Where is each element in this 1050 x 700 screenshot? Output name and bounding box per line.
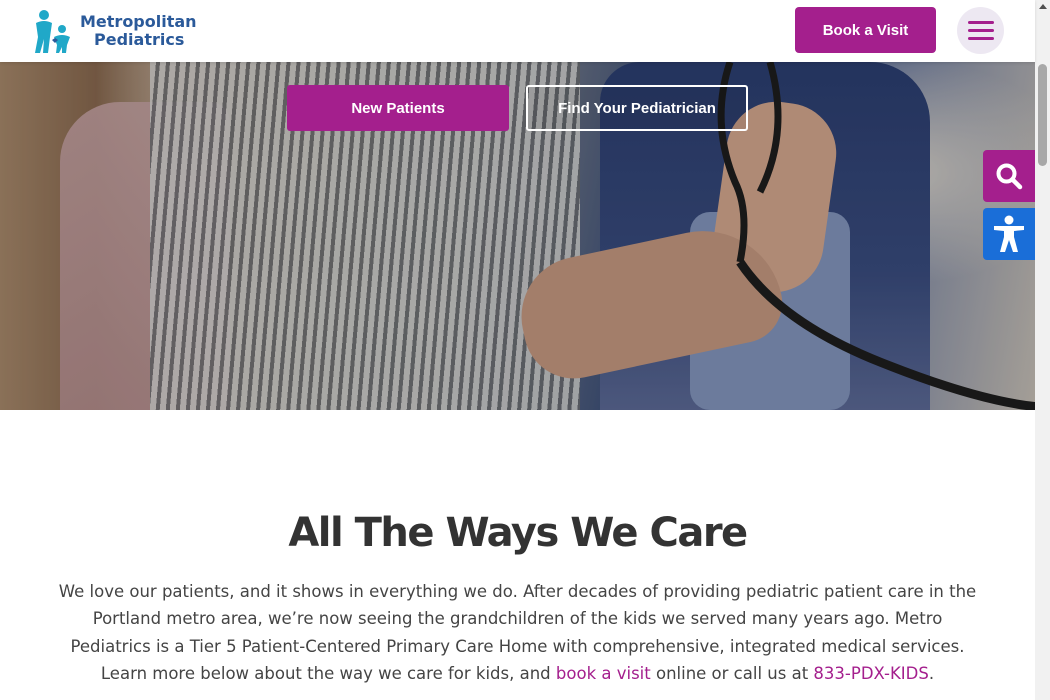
find-your-pediatrician-button[interactable]: Find Your Pediatrician (526, 85, 748, 131)
phone-link[interactable]: 833-PDX-KIDS (813, 664, 928, 683)
site-header: Metropolitan Pediatrics Book a Visit (0, 0, 1035, 62)
logo-line-2: Pediatrics (94, 30, 185, 49)
section-intro: We love our patients, and it shows in ev… (55, 578, 980, 687)
book-a-visit-link[interactable]: book a visit (556, 664, 651, 683)
menu-button[interactable] (957, 7, 1004, 54)
new-patients-button[interactable]: New Patients (287, 85, 509, 131)
ways-we-care-section: All The Ways We Care We love our patient… (0, 410, 1035, 700)
search-button[interactable] (983, 150, 1035, 202)
hero-banner: New Patients Find Your Pediatrician (0, 62, 1035, 410)
logo-line-1: Metropolitan (80, 12, 197, 31)
hamburger-icon-bar (967, 29, 994, 32)
hero-overlay (0, 62, 1035, 410)
section-title: All The Ways We Care (288, 510, 748, 556)
search-icon (996, 163, 1023, 190)
accessibility-icon (994, 215, 1024, 252)
book-a-visit-button[interactable]: Book a Visit (795, 7, 936, 53)
hamburger-icon-bar (967, 37, 994, 40)
hamburger-icon (967, 21, 994, 24)
logo[interactable]: Metropolitan Pediatrics (30, 7, 197, 55)
intro-end-text: . (928, 663, 935, 683)
accessibility-button[interactable] (983, 208, 1035, 260)
scrollbar-thumb[interactable] (1038, 64, 1047, 166)
page-scrollbar[interactable] (1035, 0, 1050, 700)
logo-figures-icon (35, 10, 70, 53)
intro-mid-text: online or call us at (655, 663, 809, 683)
scroll-up-arrow-icon[interactable] (1039, 4, 1047, 9)
